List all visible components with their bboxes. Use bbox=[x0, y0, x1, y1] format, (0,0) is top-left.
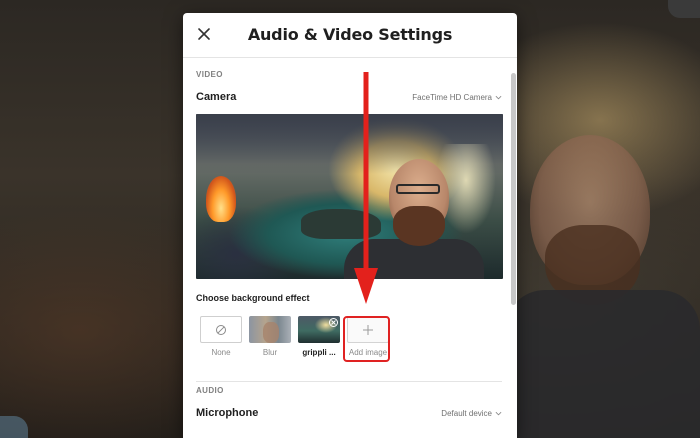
microphone-label: Microphone bbox=[196, 407, 259, 419]
dialog-header: Audio & Video Settings bbox=[183, 13, 517, 55]
remove-image-button[interactable] bbox=[329, 318, 338, 327]
corner-app-icon bbox=[0, 416, 28, 438]
microphone-select-value: Default device bbox=[441, 409, 492, 418]
background-shirt bbox=[505, 290, 700, 438]
remove-icon bbox=[331, 320, 336, 325]
avatar[interactable] bbox=[668, 0, 700, 18]
audio-video-settings-dialog: Audio & Video Settings VIDEO Camera Face… bbox=[183, 13, 517, 438]
effect-image-thumb bbox=[298, 316, 340, 343]
effect-blur-label: Blur bbox=[262, 348, 278, 357]
scrollbar-thumb[interactable] bbox=[511, 73, 516, 305]
effect-blur-thumb bbox=[249, 316, 291, 343]
section-divider bbox=[196, 381, 502, 382]
dialog-title: Audio & Video Settings bbox=[247, 25, 453, 44]
camera-select-value: FaceTime HD Camera bbox=[412, 93, 492, 102]
red-arrow-annotation bbox=[354, 72, 378, 304]
preview-beard bbox=[393, 206, 445, 246]
chevron-down-icon bbox=[495, 95, 502, 100]
none-icon bbox=[216, 324, 226, 335]
add-image-highlight bbox=[343, 316, 390, 362]
microphone-select[interactable]: Default device bbox=[441, 409, 502, 418]
audio-section-label: AUDIO bbox=[196, 386, 224, 395]
preview-glasses bbox=[396, 184, 440, 194]
effect-none[interactable]: None bbox=[200, 316, 242, 357]
effect-image-label: grippli ... bbox=[302, 348, 336, 357]
effect-none-label: None bbox=[211, 348, 231, 357]
background-effect-heading: Choose background effect bbox=[196, 293, 310, 303]
chevron-down-icon bbox=[495, 411, 502, 416]
effect-blur[interactable]: Blur bbox=[249, 316, 291, 357]
effect-none-thumb bbox=[200, 316, 242, 343]
video-section-label: VIDEO bbox=[196, 70, 223, 79]
effect-image-grippli[interactable]: grippli ... bbox=[298, 316, 340, 357]
camera-label: Camera bbox=[196, 91, 237, 103]
header-divider bbox=[183, 57, 517, 58]
camera-preview bbox=[196, 114, 503, 279]
preview-fire bbox=[206, 176, 236, 222]
camera-select[interactable]: FaceTime HD Camera bbox=[412, 93, 502, 102]
